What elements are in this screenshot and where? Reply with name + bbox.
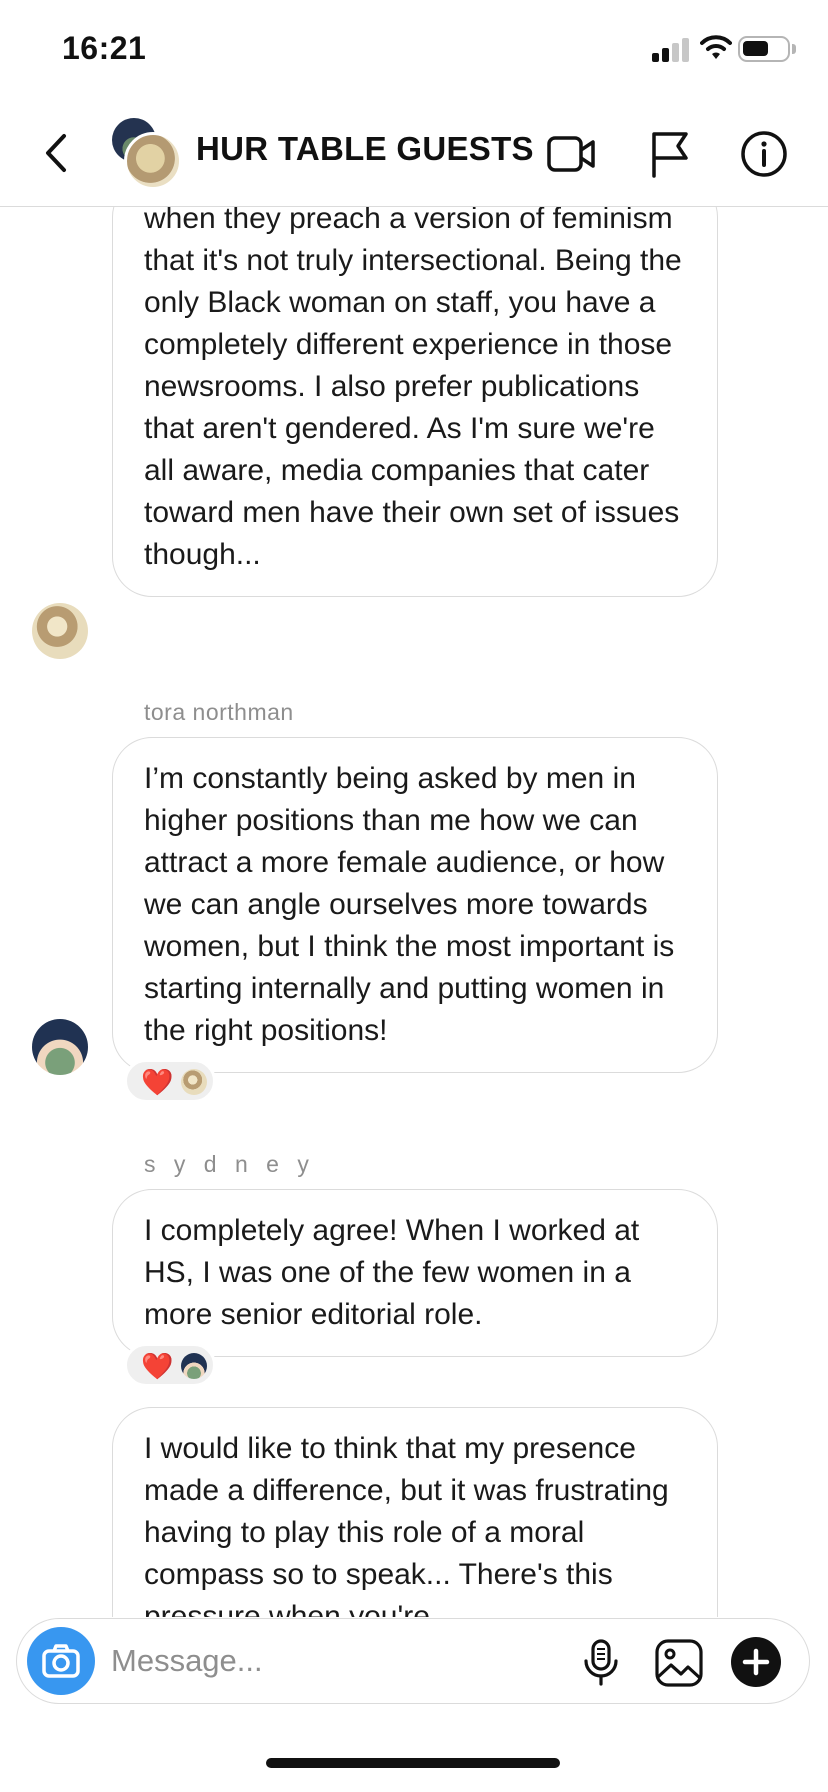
- plus-icon: [742, 1648, 770, 1676]
- sender-name: tora northman: [144, 699, 294, 725]
- microphone-icon[interactable]: [575, 1637, 627, 1689]
- message-composer: [16, 1618, 810, 1704]
- heart-reaction-icon: ❤️: [141, 1351, 174, 1381]
- info-icon[interactable]: [738, 128, 790, 180]
- reactor-avatar: [181, 1069, 207, 1095]
- chat-header: HUR TABLE GUESTS: [0, 100, 828, 207]
- group-title[interactable]: HUR TABLE GUESTS: [196, 130, 534, 168]
- reaction-pill[interactable]: ❤️: [124, 1059, 216, 1103]
- reaction-pill[interactable]: ❤️: [124, 1343, 216, 1387]
- status-time: 16:21: [62, 30, 147, 66]
- message-bubble[interactable]: I’m constantly being asked by men in hig…: [112, 737, 718, 1073]
- status-bar: 16:21: [0, 0, 828, 100]
- battery-icon: [738, 36, 790, 62]
- battery-cap: [792, 44, 796, 54]
- heart-reaction-icon: ❤️: [141, 1067, 174, 1097]
- message-bubble[interactable]: when they preach a version of feminism t…: [112, 207, 718, 597]
- camera-icon: [42, 1644, 80, 1678]
- back-button[interactable]: [36, 128, 76, 178]
- wifi-icon: [700, 35, 732, 59]
- sender-avatar[interactable]: [32, 603, 88, 659]
- camera-button[interactable]: [27, 1627, 95, 1695]
- flag-icon[interactable]: [644, 128, 696, 180]
- plus-button[interactable]: [731, 1637, 781, 1687]
- video-camera-icon[interactable]: [546, 128, 598, 180]
- message-bubble[interactable]: I completely agree! When I worked at HS,…: [112, 1189, 718, 1357]
- message-bubble[interactable]: I would like to think that my presence m…: [112, 1407, 718, 1617]
- battery-level: [743, 41, 768, 56]
- cellular-signal-icon: [652, 38, 692, 62]
- reactor-avatar: [181, 1353, 207, 1379]
- message-thread[interactable]: when they preach a version of feminism t…: [0, 207, 828, 1617]
- sender-name: s y d n e y: [144, 1151, 315, 1177]
- sender-avatar[interactable]: [32, 1019, 88, 1075]
- member-avatar-front: [124, 132, 182, 190]
- group-avatar[interactable]: [110, 118, 182, 190]
- message-input[interactable]: [111, 1637, 491, 1685]
- home-indicator[interactable]: [266, 1758, 560, 1768]
- gallery-icon[interactable]: [653, 1637, 705, 1689]
